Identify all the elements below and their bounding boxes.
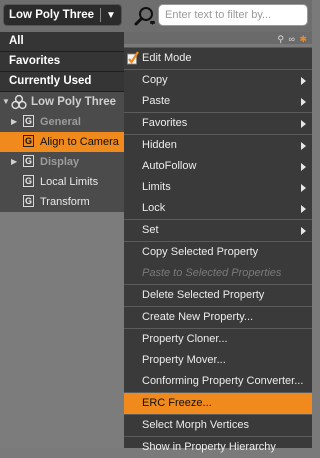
property-tree-panel: All Favorites Currently Used ▼ Low Poly …: [0, 32, 124, 448]
menu-item-label: Select Morph Vertices: [142, 419, 249, 431]
submenu-arrow-icon: [301, 163, 306, 171]
group-icon: G: [23, 135, 34, 147]
menu-item-label: Lock: [142, 202, 166, 214]
menu-item-property-cloner[interactable]: Property Cloner...: [124, 328, 312, 350]
tree-item-label: Align to Camera: [40, 136, 119, 148]
group-icon: G: [23, 115, 34, 127]
menu-item-label: Paste: [142, 95, 171, 107]
menu-item-edit-mode[interactable]: Edit Mode: [124, 48, 312, 69]
group-icon: G: [23, 195, 34, 207]
category-currently-used[interactable]: Currently Used: [0, 72, 124, 92]
menu-item-copy[interactable]: Copy: [124, 69, 312, 91]
menu-item-property-mover[interactable]: Property Mover...: [124, 350, 312, 371]
expand-right-icon[interactable]: ▶: [11, 152, 17, 172]
tree-root-label: Low Poly Three: [31, 96, 116, 108]
menu-item-select-morph-vertices[interactable]: Select Morph Vertices: [124, 414, 312, 436]
checkmark-icon: [127, 51, 139, 65]
menu-item-label: Paste to Selected Properties: [142, 267, 282, 279]
menu-item-erc-freeze[interactable]: ERC Freeze...: [124, 392, 312, 414]
menu-item-label: Edit Mode: [142, 52, 192, 64]
tree-item-label: Local Limits: [40, 176, 99, 188]
tree-item-align-to-camera[interactable]: G Align to Camera: [0, 132, 124, 152]
menu-item-hidden[interactable]: Hidden: [124, 134, 312, 156]
menu-item-label: Property Mover...: [142, 354, 226, 366]
menu-item-label: ERC Freeze...: [142, 397, 212, 409]
node-select-label: Low Poly Three: [9, 9, 94, 21]
category-favorites[interactable]: Favorites: [0, 52, 124, 72]
submenu-arrow-icon: [301, 120, 306, 128]
category-all[interactable]: All: [0, 32, 124, 52]
header-icons: ⚲ ∞ ✱: [277, 34, 308, 45]
chevron-down-icon[interactable]: ▼: [101, 10, 121, 21]
menu-item-label: AutoFollow: [142, 160, 197, 172]
tree-root-node[interactable]: ▼ Low Poly Three: [0, 92, 124, 112]
submenu-arrow-icon: [301, 184, 306, 192]
tree-item-local-limits[interactable]: G Local Limits: [0, 172, 124, 192]
node-group-icon: [11, 94, 27, 110]
menu-item-label: Limits: [142, 181, 171, 193]
menu-item-copy-selected-property[interactable]: Copy Selected Property: [124, 241, 312, 263]
menu-item-paste[interactable]: Paste: [124, 91, 312, 112]
menu-item-label: Create New Property...: [142, 311, 254, 323]
top-toolbar: Low Poly Three ▼: [0, 0, 312, 32]
lock-icon[interactable]: ⚲: [277, 34, 285, 44]
menu-item-label: Property Cloner...: [142, 333, 228, 345]
chain-icon[interactable]: ∞: [289, 34, 296, 44]
menu-item-conforming-property-converter[interactable]: Conforming Property Converter...: [124, 371, 312, 392]
menu-item-favorites[interactable]: Favorites: [124, 112, 312, 134]
menu-item-delete-selected-property[interactable]: Delete Selected Property: [124, 284, 312, 306]
menu-item-paste-to-selected-properties: Paste to Selected Properties: [124, 263, 312, 284]
menu-item-label: Hidden: [142, 139, 177, 151]
menu-item-create-new-property[interactable]: Create New Property...: [124, 306, 312, 328]
tree-group-display[interactable]: ▶ G Display: [0, 152, 124, 172]
menu-item-label: Copy Selected Property: [142, 246, 259, 258]
context-menu: Edit Mode Copy Paste Favorites Hidden Au…: [124, 47, 312, 453]
menu-item-limits[interactable]: Limits: [124, 177, 312, 198]
tree-item-label: Display: [40, 156, 80, 168]
menu-item-autofollow[interactable]: AutoFollow: [124, 156, 312, 177]
submenu-arrow-icon: [301, 205, 306, 213]
tree-item-label: Transform: [40, 196, 90, 208]
group-icon: G: [23, 155, 34, 167]
tree-group-general[interactable]: ▶ G General: [0, 112, 124, 132]
menu-item-label: Conforming Property Converter...: [142, 375, 304, 387]
menu-item-label: Delete Selected Property: [142, 289, 265, 301]
search-icon[interactable]: [134, 5, 156, 27]
menu-item-label: Set: [142, 224, 159, 236]
submenu-arrow-icon: [301, 77, 306, 85]
menu-item-lock[interactable]: Lock: [124, 198, 312, 219]
menu-item-label: Show in Property Hierarchy: [142, 441, 276, 453]
menu-item-label: Copy: [142, 74, 168, 86]
menu-item-label: Favorites: [142, 117, 188, 129]
expand-down-icon[interactable]: ▼: [2, 92, 10, 112]
expand-right-icon[interactable]: ▶: [11, 112, 17, 132]
star-icon[interactable]: ✱: [299, 34, 308, 44]
menu-item-show-in-property-hierarchy[interactable]: Show in Property Hierarchy: [124, 436, 312, 458]
node-select-dropdown[interactable]: Low Poly Three ▼: [3, 4, 122, 26]
menu-item-set[interactable]: Set: [124, 219, 312, 241]
submenu-arrow-icon: [301, 98, 306, 106]
property-header-strip: ⚲ ∞ ✱: [124, 32, 312, 44]
filter-input[interactable]: [158, 4, 308, 26]
group-icon: G: [23, 175, 34, 187]
tree-item-transform[interactable]: G Transform: [0, 192, 124, 212]
submenu-arrow-icon: [301, 142, 306, 150]
tree-item-label: General: [40, 116, 81, 128]
submenu-arrow-icon: [301, 227, 306, 235]
